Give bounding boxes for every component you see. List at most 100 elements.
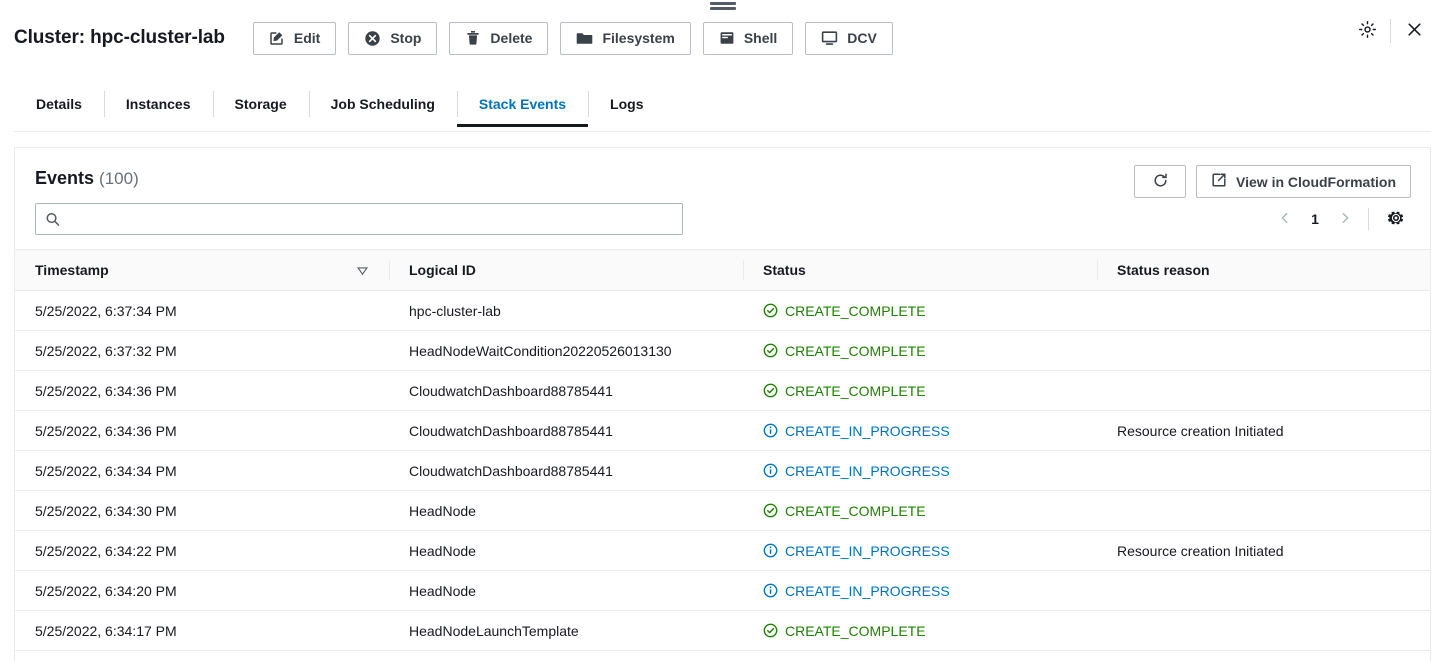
table-row[interactable]: 5/25/2022, 6:37:32 PM HeadNodeWaitConditi… [15, 330, 1430, 371]
cell-timestamp: 5/25/2022, 6:34:22 PM [15, 530, 389, 571]
header-action-buttons: Edit Stop Delete Filesystem Shell DCV [252, 21, 893, 55]
tab-job-scheduling[interactable]: Job Scheduling [308, 82, 457, 126]
pagination-page-1[interactable]: 1 [1302, 204, 1328, 234]
cell-logical-id: HeadNodeWaitCondition20220526013130 [389, 330, 743, 371]
table-row[interactable]: 5/25/2022, 6:34:36 PM CloudwatchDashboard… [15, 410, 1430, 451]
panel-header: Cluster: hpc-cluster-lab Edit Stop Delet… [0, 0, 1445, 70]
cell-status-reason: Resource creation Initiated [1097, 530, 1430, 571]
chevron-right-icon [1338, 211, 1352, 228]
table-row[interactable]: 5/25/2022, 6:34:30 PM HeadNode CREATE_COMP… [15, 490, 1430, 531]
status-success-icon [763, 303, 778, 318]
tab-label: Stack Events [478, 96, 567, 112]
tab-storage[interactable]: Storage [212, 82, 309, 126]
edit-button[interactable]: Edit [252, 21, 337, 55]
delete-button[interactable]: Delete [449, 21, 549, 55]
search-input[interactable] [35, 203, 683, 235]
monitor-icon [821, 30, 838, 46]
status-badge: CREATE_COMPLETE [785, 342, 926, 359]
events-table-body: 5/25/2022, 6:37:34 PM hpc-cluster-lab CREA… [15, 290, 1430, 651]
events-filter-row: 1 [15, 189, 1430, 249]
cell-timestamp: 5/25/2022, 6:34:34 PM [15, 450, 389, 491]
status-badge: CREATE_IN_PROGRESS [785, 462, 950, 479]
settings-button[interactable] [1350, 14, 1384, 48]
cell-timestamp: 5/25/2022, 6:34:17 PM [15, 610, 389, 651]
cluster-details-panel: Cluster: hpc-cluster-lab Edit Stop Delet… [0, 0, 1445, 661]
cell-status: CREATE_IN_PROGRESS [743, 450, 1097, 491]
gear-icon [1387, 209, 1405, 230]
table-row[interactable]: 5/25/2022, 6:34:34 PM CloudwatchDashboard… [15, 450, 1430, 491]
table-preferences-button[interactable] [1379, 202, 1413, 236]
header-divider [1390, 19, 1391, 43]
table-row[interactable]: 5/25/2022, 6:34:36 PM CloudwatchDashboard… [15, 370, 1430, 411]
close-icon [1405, 20, 1424, 42]
status-badge: CREATE_COMPLETE [785, 622, 926, 639]
close-button[interactable] [1397, 14, 1431, 48]
column-header-timestamp[interactable]: Timestamp [15, 249, 389, 291]
cell-status-reason [1097, 450, 1430, 491]
tab-logs[interactable]: Logs [588, 82, 665, 126]
column-header-logical-id[interactable]: Logical ID [389, 249, 743, 291]
cell-status: CREATE_COMPLETE [743, 370, 1097, 411]
events-panel-header: Events (100) View in CloudFormation [15, 148, 1430, 198]
cell-status: CREATE_COMPLETE [743, 610, 1097, 651]
pagination: 1 [1270, 202, 1413, 236]
cell-logical-id: HeadNode [389, 570, 743, 611]
pagination-divider [1368, 208, 1369, 230]
table-row[interactable]: 5/25/2022, 6:34:20 PM HeadNode CREATE_IN_P… [15, 570, 1430, 611]
status-info-icon [763, 463, 778, 478]
status-success-icon [763, 383, 778, 398]
tab-bar: Details Instances Storage Job Scheduling… [14, 82, 1431, 132]
cell-logical-id: HeadNode [389, 490, 743, 531]
filesystem-button[interactable]: Filesystem [560, 21, 691, 55]
tab-label: Instances [125, 96, 191, 112]
cell-status: CREATE_IN_PROGRESS [743, 570, 1097, 611]
status-info-icon [763, 423, 778, 438]
column-header-status-reason[interactable]: Status reason [1097, 249, 1430, 291]
cell-status-reason [1097, 490, 1430, 531]
pagination-next-button[interactable] [1330, 204, 1360, 234]
events-table: Timestamp Logical ID Status Status reaso… [15, 249, 1430, 651]
tab-label: Job Scheduling [330, 96, 435, 112]
status-success-icon [763, 623, 778, 638]
status-badge: CREATE_COMPLETE [785, 502, 926, 519]
tab-stack-events[interactable]: Stack Events [456, 82, 589, 127]
events-count: (100) [99, 169, 139, 188]
shell-button[interactable]: Shell [702, 21, 794, 55]
status-badge: CREATE_IN_PROGRESS [785, 422, 950, 439]
stop-button[interactable]: Stop [348, 21, 438, 55]
tab-details[interactable]: Details [14, 82, 104, 126]
column-header-status[interactable]: Status [743, 249, 1097, 291]
stop-circle-icon [364, 30, 381, 47]
cell-status-reason [1097, 610, 1430, 651]
column-header-label: Status reason [1117, 262, 1210, 278]
tab-label: Storage [234, 96, 287, 112]
shell-button-label: Shell [743, 30, 778, 46]
cell-logical-id: CloudwatchDashboard88785441 [389, 370, 743, 411]
cell-timestamp: 5/25/2022, 6:37:32 PM [15, 330, 389, 371]
events-table-head: Timestamp Logical ID Status Status reaso… [15, 249, 1430, 291]
edit-button-label: Edit [293, 30, 321, 46]
header-window-controls [1350, 14, 1431, 48]
dcv-button[interactable]: DCV [805, 21, 893, 55]
cell-logical-id: CloudwatchDashboard88785441 [389, 410, 743, 451]
cell-status-reason [1097, 290, 1430, 331]
cell-status: CREATE_COMPLETE [743, 290, 1097, 331]
column-header-label: Logical ID [409, 262, 476, 278]
status-success-icon [763, 503, 778, 518]
sort-descending-icon [356, 264, 369, 277]
pagination-prev-button[interactable] [1270, 204, 1300, 234]
cell-logical-id: CloudwatchDashboard88785441 [389, 450, 743, 491]
cell-status: CREATE_COMPLETE [743, 490, 1097, 531]
table-row[interactable]: 5/25/2022, 6:34:17 PM HeadNodeLaunchTempl… [15, 610, 1430, 651]
table-row[interactable]: 5/25/2022, 6:34:22 PM HeadNode CREATE_IN_P… [15, 530, 1430, 571]
cell-logical-id: HeadNode [389, 530, 743, 571]
table-row[interactable]: 5/25/2022, 6:37:34 PM hpc-cluster-lab CREA… [15, 290, 1430, 331]
terminal-icon [719, 30, 735, 46]
gear-icon [1358, 20, 1377, 42]
edit-pencil-icon [269, 30, 285, 46]
cell-status-reason [1097, 370, 1430, 411]
tab-label: Details [36, 96, 82, 112]
stop-button-label: Stop [390, 30, 422, 46]
cell-timestamp: 5/25/2022, 6:37:34 PM [15, 290, 389, 331]
tab-instances[interactable]: Instances [103, 82, 213, 126]
